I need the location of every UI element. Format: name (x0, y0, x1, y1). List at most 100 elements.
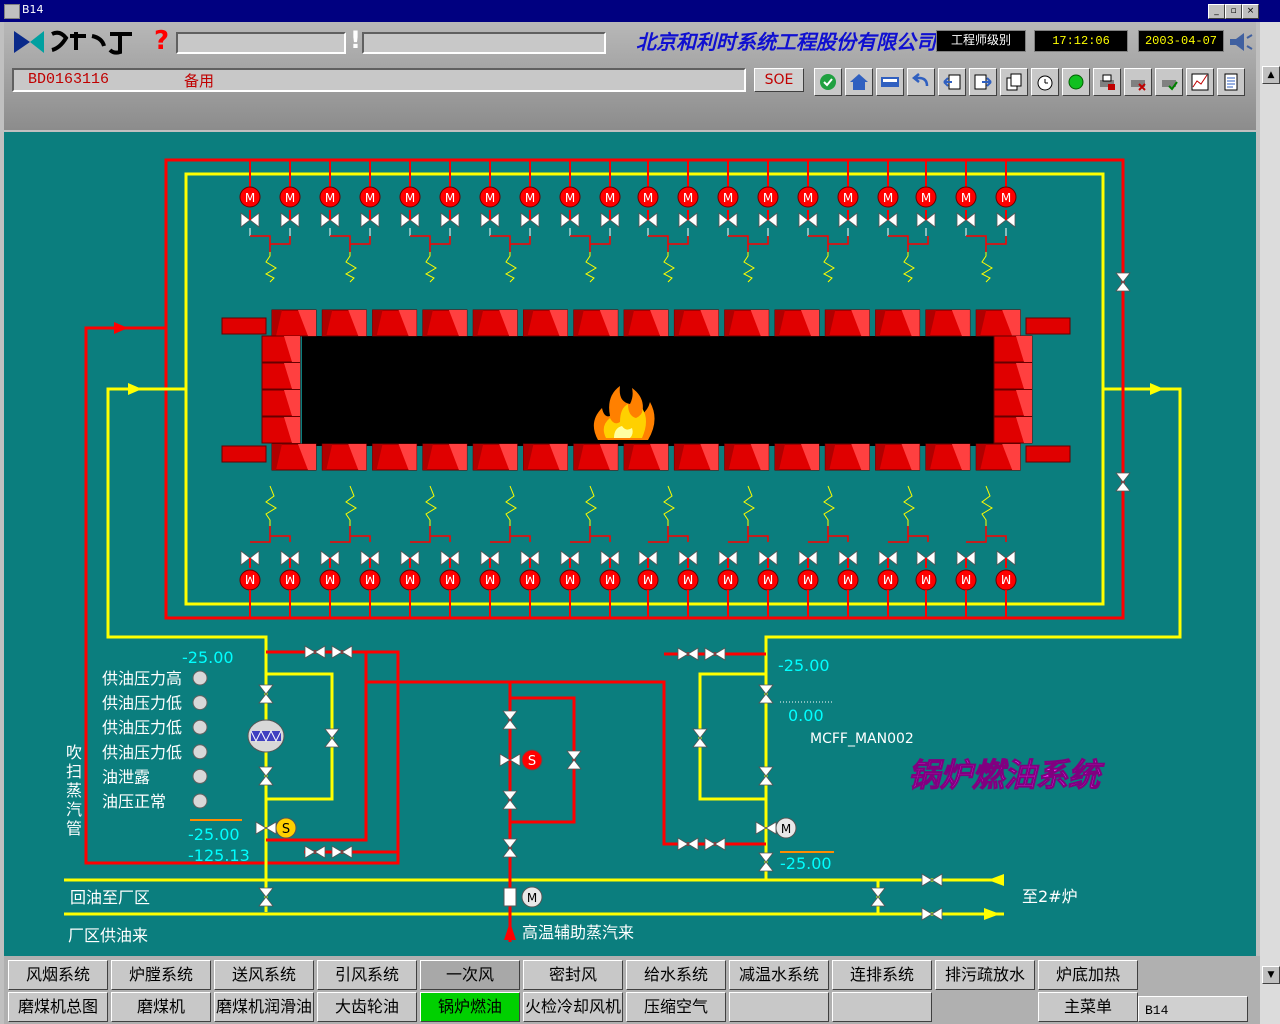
nav-button[interactable]: 炉底加热 (1038, 960, 1138, 990)
copy-pages-icon[interactable] (1000, 68, 1028, 96)
value-right-top: -25.00 (778, 656, 830, 675)
nav-button[interactable]: 大齿轮油 (317, 992, 417, 1022)
nav-button[interactable]: 引风系统 (317, 960, 417, 990)
motor-label: M (643, 191, 653, 205)
alarm-icon[interactable]: ! (350, 26, 361, 54)
help-icon[interactable]: ? (154, 26, 169, 56)
alarm-cancel-icon[interactable] (1124, 68, 1152, 96)
nav-blank[interactable] (729, 992, 829, 1022)
motor-label: M (525, 572, 535, 586)
value-left-mid: -25.00 (188, 825, 240, 844)
green-ball-icon[interactable] (1062, 68, 1090, 96)
close-button[interactable]: × (1242, 4, 1259, 19)
nav-button[interactable]: 连排系统 (832, 960, 932, 990)
interlock-indicator (192, 719, 208, 735)
burner-top[interactable]: M (915, 160, 937, 236)
toolbar (812, 66, 1252, 98)
burner-top[interactable]: M (757, 160, 779, 236)
soe-button[interactable]: SOE (754, 68, 804, 92)
motor-label: M (803, 572, 813, 586)
burner-bottom[interactable]: M (359, 550, 381, 618)
motor-label: M (245, 191, 255, 205)
burner-bottom[interactable]: M (677, 550, 699, 618)
burner-top[interactable]: M (279, 160, 301, 236)
nav-button[interactable]: 炉膛系统 (111, 960, 211, 990)
furnace-brick (261, 335, 301, 363)
scroll-up-button[interactable]: ▲ (1262, 66, 1280, 84)
globe-check-icon[interactable] (814, 68, 842, 96)
bus-icon[interactable] (876, 68, 904, 96)
back-arrow-icon[interactable] (907, 68, 935, 96)
nav-button[interactable]: 主菜单 (1038, 992, 1138, 1022)
burner-top[interactable]: M (837, 160, 859, 236)
nav-button[interactable]: 风烟系统 (8, 960, 108, 990)
burner-bottom[interactable]: M (439, 550, 461, 618)
burner-bottom[interactable]: M (877, 485, 929, 618)
confirm-icon[interactable] (1155, 68, 1183, 96)
motor-label: M (565, 572, 575, 586)
burner-bottom[interactable]: M (995, 550, 1017, 618)
burner-top[interactable]: M (677, 160, 699, 236)
nav-button[interactable]: 磨煤机 (111, 992, 211, 1022)
nav-button[interactable]: 一次风 (420, 960, 520, 990)
motor-label: M (883, 572, 893, 586)
burner-bottom[interactable]: M (519, 550, 541, 618)
interlock-label: 油压正常 (102, 792, 166, 811)
motor-label: M (1001, 191, 1011, 205)
page-right-icon[interactable] (969, 68, 997, 96)
nav-button[interactable]: 压缩空气 (626, 992, 726, 1022)
nav-button[interactable]: 送风系统 (214, 960, 314, 990)
nav-button[interactable]: 磨煤机总图 (8, 992, 108, 1022)
printer-icon[interactable] (1093, 68, 1121, 96)
furnace-brick (472, 309, 518, 337)
burner-bottom[interactable]: M (915, 550, 937, 618)
nav-button[interactable]: 火检冷却风机 (523, 992, 623, 1022)
nav-button[interactable]: 磨煤机润滑油 (214, 992, 314, 1022)
nav-blank[interactable] (832, 992, 932, 1022)
house-icon[interactable] (845, 68, 873, 96)
to-boiler2-label: 至2#炉 (1022, 887, 1078, 906)
report-icon[interactable] (1217, 68, 1245, 96)
app-icon[interactable] (4, 4, 20, 19)
burner-top[interactable]: M (519, 160, 541, 236)
burner-bottom[interactable]: M (599, 550, 621, 618)
burner-bottom[interactable]: M (837, 550, 859, 618)
motor-label: M (921, 572, 931, 586)
furnace-brick (724, 443, 770, 471)
point-info-bar: BD0163116 备用 (12, 68, 746, 92)
burner-bottom[interactable]: M (757, 550, 779, 618)
burner-top[interactable]: M (359, 160, 381, 236)
company-name: 北京和利时系统工程股份有限公司 (636, 30, 936, 54)
nav-button[interactable]: 给水系统 (626, 960, 726, 990)
furnace-brick (261, 389, 301, 417)
fuel-oil-mimic: M M M M M M M M M M M M M M M M M M M M M M M M M M M M M M M M M M M M M M M M (64, 158, 1182, 945)
furnace-brick (875, 309, 921, 337)
furnace-brick (422, 309, 468, 337)
motor-label: M (921, 191, 931, 205)
maximize-button[interactable]: ▫ (1225, 4, 1242, 19)
interlock-label: 供油压力低 (102, 694, 182, 713)
nav-button[interactable]: 减温水系统 (729, 960, 829, 990)
tag-name: MCFF_MAN002 (810, 731, 914, 747)
minimize-button[interactable]: _ (1208, 4, 1225, 19)
clock-icon[interactable] (1031, 68, 1059, 96)
furnace-brick (573, 443, 619, 471)
motor-label: M (245, 572, 255, 586)
trend-chart-icon[interactable] (1186, 68, 1214, 96)
vertical-scrollbar[interactable] (1260, 22, 1280, 1024)
user-level[interactable]: 工程师级别 (936, 30, 1026, 52)
nav-button[interactable]: 锅炉燃油 (420, 992, 520, 1022)
motor-label: M (485, 572, 495, 586)
speaker-icon[interactable] (1228, 32, 1254, 56)
page-left-icon[interactable] (938, 68, 966, 96)
burner-top[interactable]: M (439, 160, 461, 236)
motor-label: M (405, 572, 415, 586)
burner-top[interactable]: M (599, 160, 621, 236)
navigation-panel: 风烟系统 炉膛系统 送风系统 引风系统 一次风 密封风 给水系统 减温水系统 连排系统 排污疏放水… (4, 956, 1260, 1024)
nav-button[interactable]: 密封风 (523, 960, 623, 990)
burner-bottom[interactable]: M (279, 550, 301, 618)
message-field-2 (362, 32, 606, 54)
scroll-down-button[interactable]: ▼ (1262, 966, 1280, 984)
burner-top[interactable]: M (995, 160, 1017, 236)
nav-button[interactable]: 排污疏放水 (935, 960, 1035, 990)
